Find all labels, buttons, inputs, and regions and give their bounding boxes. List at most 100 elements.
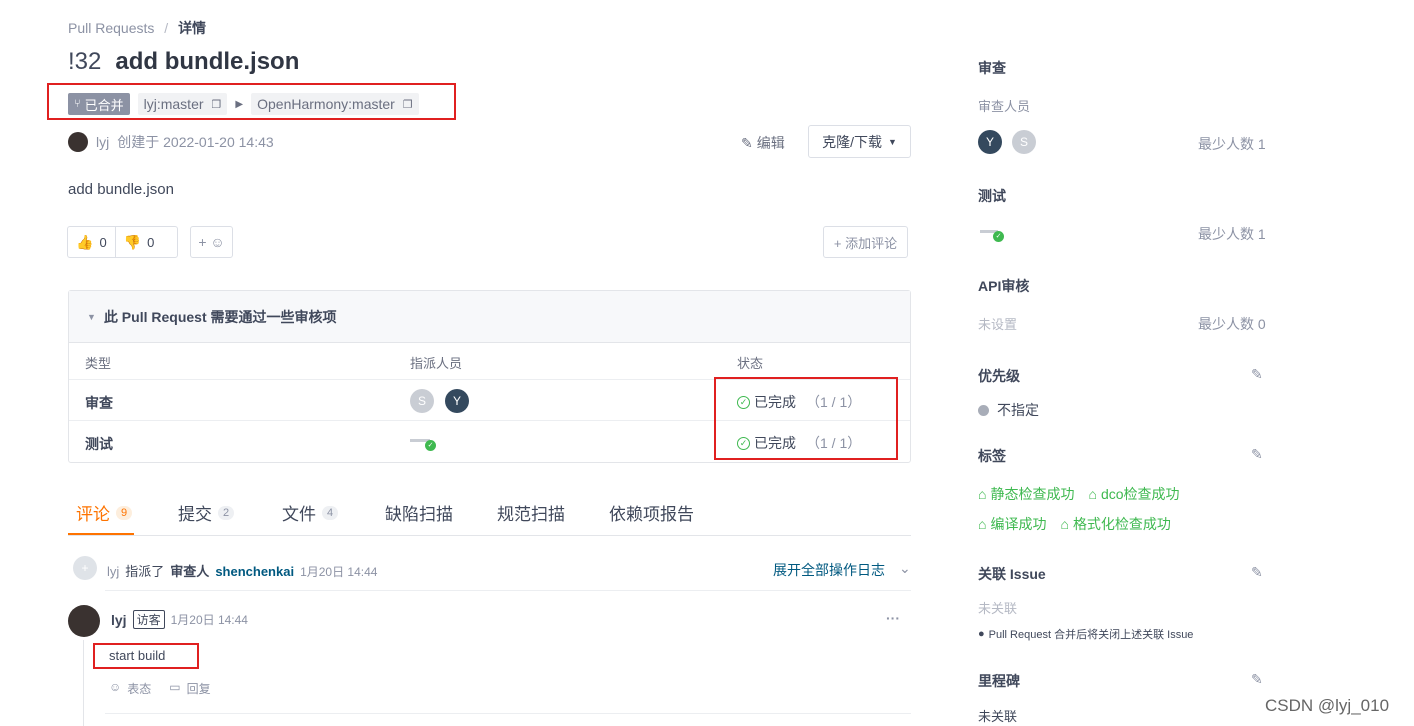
milestone-title: 里程碑 <box>978 673 1020 689</box>
checks-header[interactable]: ▼ 此 Pull Request 需要通过一些审核项 <box>69 291 910 343</box>
comment-time: 1月20日 14:44 <box>170 613 248 627</box>
tab-dependency-report[interactable]: 依赖项报告 <box>609 500 694 525</box>
pr-number: !32 <box>68 48 102 75</box>
edit-icon[interactable]: ✎ <box>1251 564 1267 580</box>
thumbs-down-icon: 👎 <box>123 233 142 250</box>
chevron-down-icon: ⌄ <box>899 560 911 576</box>
author-row: lyj 创建于 2022-01-20 14:43 <box>68 132 274 152</box>
comment-user[interactable]: lyj <box>111 612 127 628</box>
tab-count: 2 <box>218 505 235 520</box>
react-label: 表态 <box>127 682 152 696</box>
tab-comments[interactable]: 评论 9 <box>76 500 133 525</box>
priority-title: 优先级 <box>978 368 1020 384</box>
comment-thread-line <box>83 640 84 726</box>
activity-user[interactable]: lyj <box>107 564 119 579</box>
review-min-count: 最少人数 1 <box>1198 136 1266 152</box>
priority-value: 不指定 <box>978 400 1039 420</box>
breadcrumb-parent[interactable]: Pull Requests <box>68 20 154 36</box>
activity-action: 指派了 <box>125 564 165 579</box>
label-text: 格式化检查成功 <box>1072 516 1171 532</box>
react-button[interactable]: ☺ 表态 <box>109 680 151 697</box>
caret-down-icon: ▼ <box>887 136 897 147</box>
divider <box>105 713 911 714</box>
edit-label: 编辑 <box>756 135 785 151</box>
label-text: dco检查成功 <box>1100 486 1180 502</box>
api-min-count: 最少人数 0 <box>1198 316 1266 332</box>
add-comment-label: + 添加评论 <box>833 235 898 251</box>
edit-icon[interactable]: ✎ <box>1251 446 1267 462</box>
clone-download-button[interactable]: 克隆/下载 ▼ <box>808 125 911 158</box>
label-tag[interactable]: ⌂ 编译成功 <box>978 514 1046 534</box>
tab-defect-scan[interactable]: 缺陷扫描 <box>385 500 453 525</box>
tab-label: 缺陷扫描 <box>385 505 453 524</box>
labels-title: 标签 <box>978 448 1006 464</box>
priority-label: 不指定 <box>997 402 1039 418</box>
activity-role: 审查人 <box>170 564 210 579</box>
label-tag[interactable]: ⌂ 静态检查成功 <box>978 484 1074 504</box>
expand-log-link[interactable]: 展开全部操作日志 ⌄ <box>773 560 911 580</box>
edit-icon: ✎ <box>741 134 753 151</box>
activity-target[interactable]: shenchenkai <box>215 564 294 579</box>
annotation-box <box>93 643 199 669</box>
edit-icon[interactable]: ✎ <box>1251 366 1267 382</box>
breadcrumb-separator: / <box>164 20 169 36</box>
info-icon: ● <box>978 628 985 640</box>
avatar-y[interactable]: Y <box>978 130 1002 154</box>
thumbs-up-button[interactable]: 👍 0 <box>68 227 116 257</box>
tab-files[interactable]: 文件 4 <box>282 500 339 525</box>
tab-commits[interactable]: 提交 2 <box>178 500 235 525</box>
reply-button[interactable]: ▭ 回复 <box>169 680 210 697</box>
reply-label: 回复 <box>186 682 211 696</box>
avatar[interactable] <box>68 605 100 637</box>
add-comment-button[interactable]: + 添加评论 <box>823 226 908 258</box>
avatar-s[interactable]: S <box>1012 130 1036 154</box>
api-review-value: 未设置 <box>978 317 1018 332</box>
avatar-y[interactable]: Y <box>445 389 469 413</box>
comment-actions: ☺ 表态 ▭ 回复 <box>109 680 211 697</box>
annotation-box <box>714 377 898 460</box>
author-name[interactable]: lyj <box>96 134 109 150</box>
avatar-s[interactable]: S <box>410 389 434 413</box>
edit-button[interactable]: ✎ 编辑 <box>741 133 785 153</box>
linked-issue-title: 关联 Issue <box>978 566 1046 582</box>
col-status: 状态 <box>737 356 764 371</box>
thumbs-up-icon: 👍 <box>76 233 94 250</box>
caret-down-icon: ▼ <box>87 311 96 322</box>
comment-header: lyj 访客 1月20日 14:44 <box>111 610 248 629</box>
tabs-divider <box>68 535 911 536</box>
tab-label: 规范扫描 <box>497 505 565 524</box>
add-user-icon: + <box>73 556 97 580</box>
tag-icon: ⌂ <box>1088 486 1097 502</box>
edit-icon[interactable]: ✎ <box>1251 671 1267 687</box>
label-tag[interactable]: ⌂ dco检查成功 <box>1088 484 1179 504</box>
test-min-count: 最少人数 1 <box>1198 226 1266 242</box>
checks-header-label: 此 Pull Request 需要通过一些审核项 <box>103 308 337 325</box>
check-circle-icon: ✓ <box>425 440 436 451</box>
label-tag[interactable]: ⌂ 格式化检查成功 <box>1060 514 1170 534</box>
tab-lint-scan[interactable]: 规范扫描 <box>497 500 565 525</box>
label-text: 静态检查成功 <box>990 486 1075 502</box>
col-assignee: 指派人员 <box>410 356 463 371</box>
tab-label: 评论 <box>76 505 110 524</box>
annotation-box <box>47 83 456 120</box>
add-emoji-button[interactable]: + ☺ <box>190 226 233 258</box>
tag-icon: ⌂ <box>978 486 987 502</box>
priority-dot-icon <box>978 404 989 416</box>
activity-line: lyj 指派了 审查人 shenchenkai 1月20日 14:44 <box>107 561 377 580</box>
expand-log-label: 展开全部操作日志 <box>773 562 885 578</box>
milestone-value: 未关联 <box>978 709 1018 724</box>
breadcrumb: Pull Requests / 详情 <box>68 18 206 38</box>
more-options-button[interactable]: ··· <box>886 610 900 626</box>
pr-title: add bundle.json <box>115 48 300 75</box>
page-title: !32 add bundle.json <box>68 48 299 76</box>
clone-label: 克隆/下载 <box>822 133 882 150</box>
labels-list: ⌂ 静态检查成功 ⌂ dco检查成功 ⌂ 编译成功 ⌂ 格式化检查成功 <box>978 484 1238 534</box>
thumbs-down-button[interactable]: 👎 0 <box>116 227 163 257</box>
label-text: 编译成功 <box>990 516 1047 532</box>
thumbs-up-count: 0 <box>99 234 107 250</box>
tab-label: 提交 <box>178 505 212 524</box>
test-title: 测试 <box>978 188 1006 204</box>
tag-icon: ⌂ <box>1060 516 1069 532</box>
thumbs-down-count: 0 <box>147 234 155 250</box>
avatar[interactable] <box>68 132 88 152</box>
